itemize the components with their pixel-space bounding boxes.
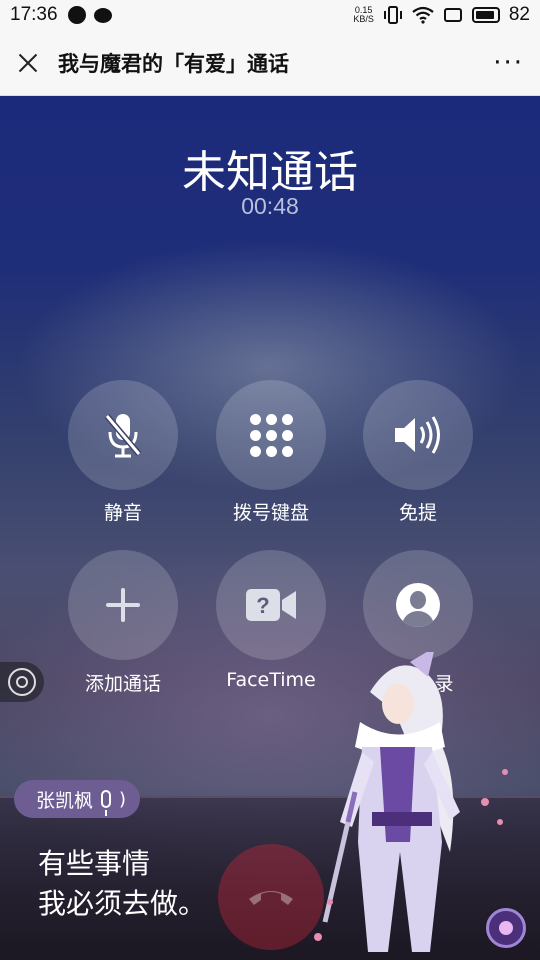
chat-bubble-icon [93,7,112,23]
call-screen: 未知通话 00:48 静音 拨号键盘 免提 添加通话 ? FaceTime 录 … [0,96,540,960]
sound-wave-icon: ) [119,788,127,810]
contacts-button[interactable] [363,550,473,660]
disc-icon [8,668,36,696]
plus-icon [106,588,140,622]
speaker-button[interactable] [363,380,473,490]
wifi-icon [412,6,434,24]
speaker-label: 免提 [398,502,437,524]
status-right-group: 0.15 KB/S 82 [353,4,530,26]
speaker-icon [395,416,440,454]
caller-name: 未知通话 [182,147,358,198]
mic-icon [101,790,112,816]
add-call-button[interactable] [68,550,178,660]
vibrate-icon [383,6,402,24]
phone-hangup-icon [249,891,293,905]
network-speed: 0.15 KB/S [353,6,374,24]
subtitle-line: 我必须去做。 [38,887,207,920]
subtitle-text: 有些事情 我必须去做。 [38,844,206,924]
close-icon[interactable] [16,51,40,75]
assistant-orb-button[interactable] [486,908,526,948]
contacts-icon [396,583,440,627]
screen-icon [443,8,462,22]
add-call-label: 添加通话 [84,673,161,695]
title-bar: 我与魔君的「有爱」通话 ··· [0,30,540,96]
network-speed-unit: KB/S [353,14,374,24]
battery-level: 82 [508,4,530,25]
keypad-label: 拨号键盘 [232,502,309,524]
keypad-button[interactable] [216,380,326,490]
facetime-icon: ? [246,589,296,621]
speaker-tag: 张凯枫 ) [14,780,141,818]
floating-disc-button[interactable] [0,662,44,702]
page-title: 我与魔君的「有爱」通话 [58,51,289,76]
keypad-icon [249,413,293,457]
battery-icon [471,7,500,23]
speaker-name: 张凯枫 [36,789,94,812]
svg-text:?: ? [256,593,269,618]
call-timer: 00:48 [241,193,299,219]
more-options-button[interactable]: ··· [493,48,524,78]
mute-mic-icon [104,414,142,458]
status-bar: 17:36 0.15 KB/S 82 [0,0,540,30]
chat-dot-icon [67,6,86,24]
facetime-button[interactable]: ? [216,550,326,660]
mute-button[interactable] [68,380,178,490]
mute-label: 静音 [103,502,142,524]
status-time: 17:36 [10,4,58,25]
subtitle-line: 有些事情 [38,847,151,880]
